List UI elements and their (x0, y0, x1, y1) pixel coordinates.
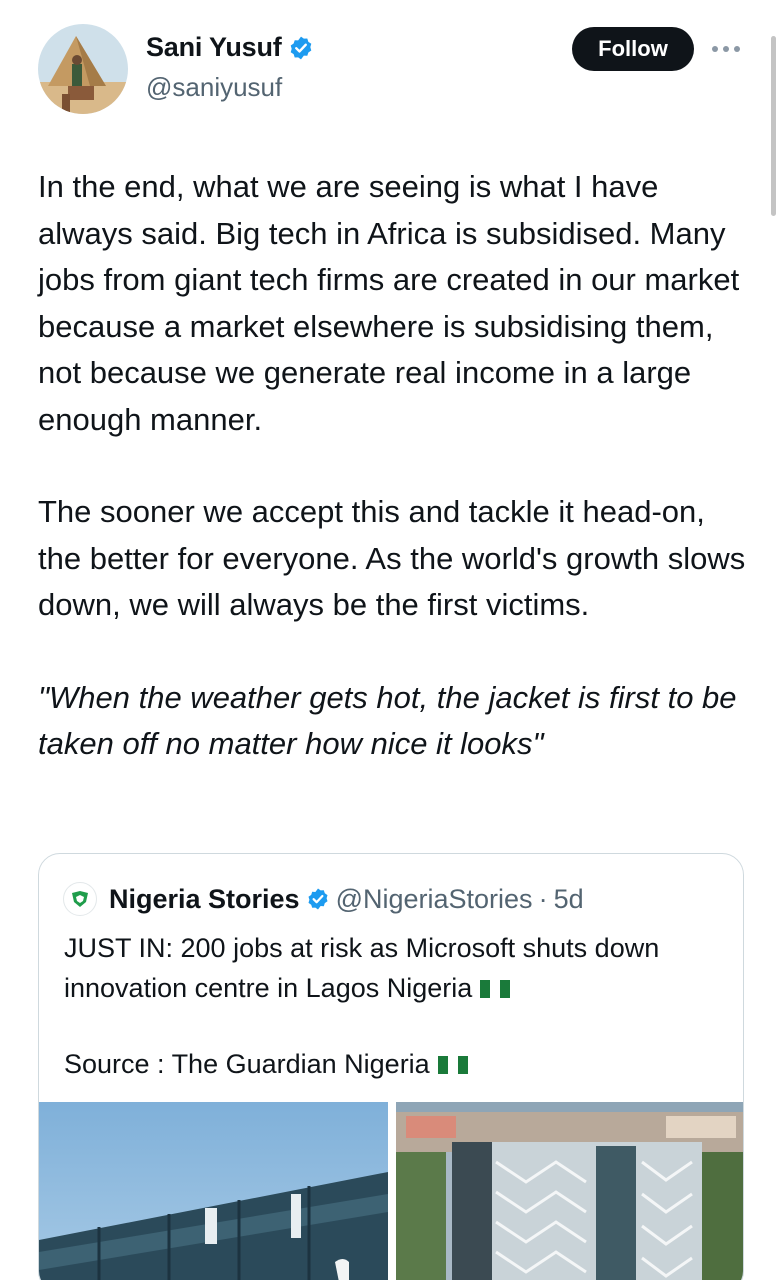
avatar-image (38, 24, 128, 114)
quoted-tweet-line: Source : The Guardian Nigeria (64, 1044, 724, 1084)
tweet-paragraph: The sooner we accept this and tackle it … (38, 494, 746, 622)
quoted-tweet-source: Source : The Guardian Nigeria (64, 1049, 430, 1079)
quoted-tweet-text: JUST IN: 200 jobs at risk as Microsoft s… (64, 928, 724, 1084)
follow-button[interactable]: Follow (572, 27, 694, 71)
quoted-author-handle[interactable]: @NigeriaStories (336, 884, 533, 915)
nigeria-flag-icon (437, 1056, 468, 1074)
author-name[interactable]: Sani Yusuf (146, 32, 282, 63)
quoted-author-name[interactable]: Nigeria Stories (109, 884, 300, 915)
quoted-tweet-media[interactable] (39, 1102, 743, 1280)
quoted-tweet-headline: JUST IN: 200 jobs at risk as Microsoft s… (64, 933, 660, 1003)
nigeria-stories-logo-icon (63, 882, 97, 916)
scrollbar[interactable] (771, 36, 776, 216)
more-options-icon[interactable] (710, 44, 742, 54)
author-name-row[interactable]: Sani Yusuf (146, 32, 314, 63)
tweet-text: In the end, what we are seeing is what I… (38, 164, 750, 768)
building-photo-left[interactable] (39, 1102, 388, 1280)
author-handle[interactable]: @saniyusuf (146, 72, 282, 103)
quoted-tweet-header: Nigeria Stories @NigeriaStories · 5d (63, 882, 584, 916)
tweet-paragraph: In the end, what we are seeing is what I… (38, 169, 740, 437)
quoted-tweet-age: 5d (553, 883, 584, 914)
quoted-tweet-line: JUST IN: 200 jobs at risk as Microsoft s… (64, 928, 724, 1008)
nigeria-flag-icon (480, 980, 511, 998)
verified-badge-icon (308, 888, 328, 910)
separator-dot: · (538, 883, 548, 914)
quoted-tweet-card[interactable]: Nigeria Stories @NigeriaStories · 5d JUS… (38, 853, 744, 1280)
tweet-quote-paragraph: "When the weather gets hot, the jacket i… (38, 679, 737, 762)
tweet-header: Sani Yusuf @saniyusuf Follow (0, 0, 782, 130)
verified-badge-icon (290, 36, 311, 59)
avatar[interactable] (38, 24, 128, 114)
building-photo-right[interactable] (396, 1102, 743, 1280)
